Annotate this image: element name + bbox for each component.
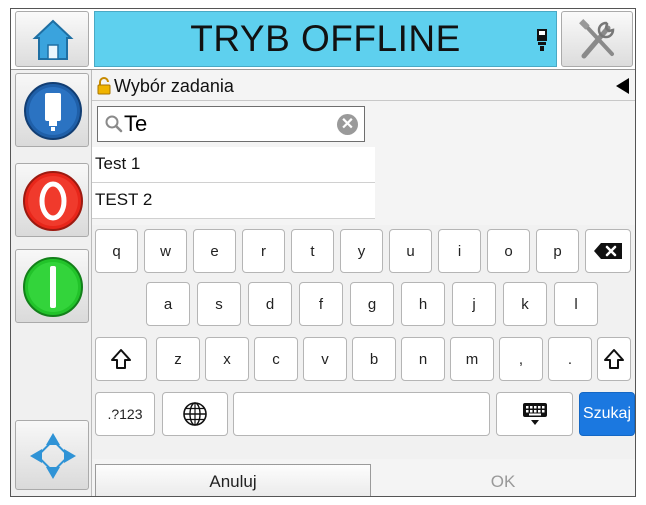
key-y[interactable]: y <box>340 229 383 273</box>
key-t[interactable]: t <box>291 229 334 273</box>
key-d[interactable]: d <box>248 282 292 326</box>
job-list: Test 1 TEST 2 <box>92 147 375 219</box>
clear-search-icon[interactable]: ✕ <box>337 114 358 135</box>
key-l[interactable]: l <box>554 282 598 326</box>
printhead-icon <box>24 82 82 140</box>
stop-button[interactable] <box>15 163 89 237</box>
key-h[interactable]: h <box>401 282 445 326</box>
key-v[interactable]: v <box>303 337 347 381</box>
key-u[interactable]: u <box>389 229 432 273</box>
home-icon <box>32 19 74 60</box>
ok-button[interactable]: OK <box>375 464 631 496</box>
navigation-button[interactable] <box>15 420 89 490</box>
key-e[interactable]: e <box>193 229 236 273</box>
key-g[interactable]: g <box>350 282 394 326</box>
key-n[interactable]: n <box>401 337 445 381</box>
shift-left-key[interactable] <box>95 337 147 381</box>
key-i[interactable]: i <box>438 229 481 273</box>
shift-icon <box>604 349 624 369</box>
collapse-arrow-icon[interactable] <box>616 78 629 94</box>
key-o[interactable]: o <box>487 229 530 273</box>
breadcrumb-label: Wybór zadania <box>114 75 234 96</box>
keyboard-hide-icon <box>522 403 547 425</box>
cancel-button[interactable]: Anuluj <box>95 464 371 496</box>
key-s[interactable]: s <box>197 282 241 326</box>
key-z[interactable]: z <box>156 337 200 381</box>
key-x[interactable]: x <box>205 337 249 381</box>
key-k[interactable]: k <box>503 282 547 326</box>
backspace-key[interactable] <box>585 229 631 273</box>
divider <box>92 100 635 101</box>
start-icon <box>23 257 83 317</box>
key-p[interactable]: p <box>536 229 579 273</box>
start-button[interactable] <box>15 249 89 323</box>
on-screen-keyboard: q w e r t y u i o p a s d f g h j k l z … <box>92 225 635 459</box>
ink-icon <box>537 29 547 51</box>
backspace-icon <box>594 243 622 259</box>
search-input[interactable]: Te ✕ <box>97 106 365 142</box>
key-b[interactable]: b <box>352 337 396 381</box>
list-item[interactable]: TEST 2 <box>92 183 375 219</box>
key-r[interactable]: r <box>242 229 285 273</box>
footer-actions: Anuluj OK <box>92 461 635 496</box>
hide-keyboard-key[interactable] <box>496 392 573 436</box>
tools-icon <box>579 19 615 59</box>
key-w[interactable]: w <box>144 229 187 273</box>
sidebar <box>11 70 92 496</box>
key-a[interactable]: a <box>146 282 190 326</box>
search-submit-key[interactable]: Szukaj <box>579 392 635 436</box>
key-f[interactable]: f <box>299 282 343 326</box>
shift-right-key[interactable] <box>597 337 631 381</box>
arrows-nav-icon <box>30 433 76 479</box>
stop-icon <box>23 171 83 231</box>
key-period[interactable]: . <box>548 337 592 381</box>
key-m[interactable]: m <box>450 337 494 381</box>
status-title-bar: TRYB OFFLINE <box>94 11 557 67</box>
search-value: Te <box>124 111 148 136</box>
shift-icon <box>111 349 131 369</box>
space-key[interactable] <box>233 392 490 436</box>
app-window: TRYB OFFLINE Wybór zadania Te ✕ Test 1 T… <box>10 8 636 497</box>
top-bar: TRYB OFFLINE <box>11 9 635 70</box>
list-item[interactable]: Test 1 <box>92 147 375 183</box>
key-c[interactable]: c <box>254 337 298 381</box>
ink-supply-button[interactable] <box>15 73 89 147</box>
lock-icon <box>97 77 111 95</box>
breadcrumb: Wybór zadania <box>96 74 234 98</box>
tools-button[interactable] <box>561 11 633 67</box>
key-q[interactable]: q <box>95 229 138 273</box>
page-title: TRYB OFFLINE <box>190 18 461 59</box>
home-button[interactable] <box>15 11 89 67</box>
search-icon <box>105 115 123 133</box>
symbols-key[interactable]: .?123 <box>95 392 155 436</box>
language-key[interactable] <box>162 392 228 436</box>
key-comma[interactable]: , <box>499 337 543 381</box>
key-j[interactable]: j <box>452 282 496 326</box>
globe-icon <box>183 402 207 426</box>
